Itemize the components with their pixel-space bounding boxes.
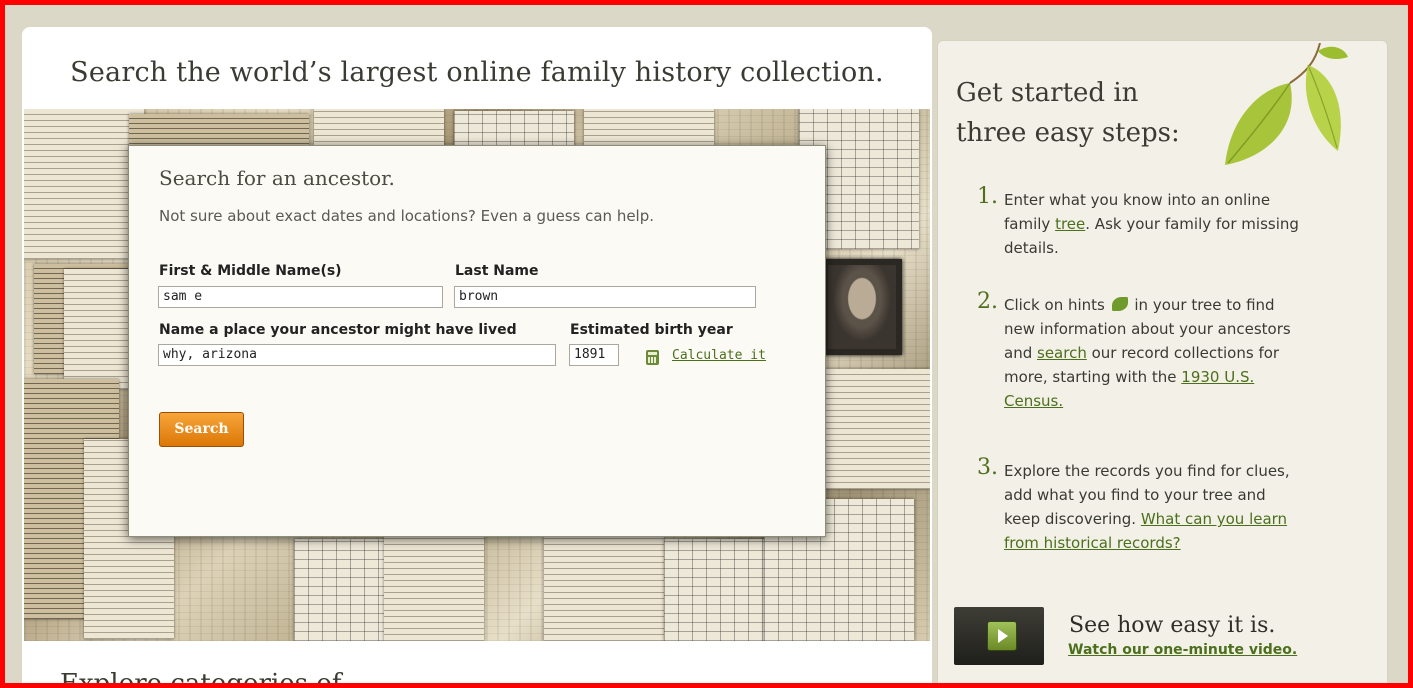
birth-year-label: Estimated birth year <box>570 322 733 338</box>
leaves-icon <box>1225 43 1348 165</box>
page-headline: Search the world’s largest online family… <box>70 57 884 88</box>
record-document <box>814 369 930 489</box>
step-text-part: Click on hints <box>1004 296 1110 314</box>
record-document <box>384 529 484 641</box>
calculator-icon[interactable] <box>646 350 659 365</box>
search-form-subtitle: Not sure about exact dates and locations… <box>159 207 655 225</box>
sidebar-title: Get started in three easy steps: <box>956 78 1180 148</box>
last-name-input[interactable]: brown <box>454 286 756 308</box>
last-name-label: Last Name <box>455 263 539 279</box>
explore-heading: Explore categories of <box>60 669 342 688</box>
search-button[interactable]: Search <box>159 412 244 447</box>
place-input[interactable]: why, arizona <box>158 344 556 366</box>
record-document <box>24 109 144 259</box>
step-number: 3. <box>977 455 998 480</box>
record-document <box>664 539 774 641</box>
video-title: See how easy it is. <box>1069 613 1276 638</box>
step-text: Enter what you know into an online famil… <box>1004 188 1304 260</box>
record-document <box>294 539 384 641</box>
step-number: 1. <box>977 184 998 209</box>
record-document <box>544 534 664 641</box>
search-form-title: Search for an ancestor. <box>159 166 395 190</box>
place-label: Name a place your ancestor might have li… <box>159 322 517 338</box>
search-link[interactable]: search <box>1037 344 1087 362</box>
search-form: Search for an ancestor. Not sure about e… <box>128 145 826 537</box>
getting-started-sidebar: Get started in three easy steps: 1. Ente… <box>937 40 1388 688</box>
first-name-label: First & Middle Name(s) <box>159 263 342 279</box>
step-text: Click on hints in your tree to find new … <box>1004 293 1304 413</box>
calculate-it-link[interactable]: Calculate it <box>672 348 766 363</box>
hint-leaf-icon <box>1111 297 1128 311</box>
ancestor-photo <box>822 259 902 355</box>
video-thumbnail[interactable] <box>954 607 1044 665</box>
first-name-input[interactable]: sam e <box>158 286 443 308</box>
birth-year-input[interactable]: 1891 <box>569 344 619 366</box>
step-number: 2. <box>977 289 998 314</box>
play-icon[interactable] <box>987 621 1017 651</box>
tree-link[interactable]: tree <box>1055 215 1085 233</box>
step-text: Explore the records you find for clues, … <box>1004 459 1304 555</box>
watch-video-link[interactable]: Watch our one-minute video. <box>1068 642 1297 658</box>
